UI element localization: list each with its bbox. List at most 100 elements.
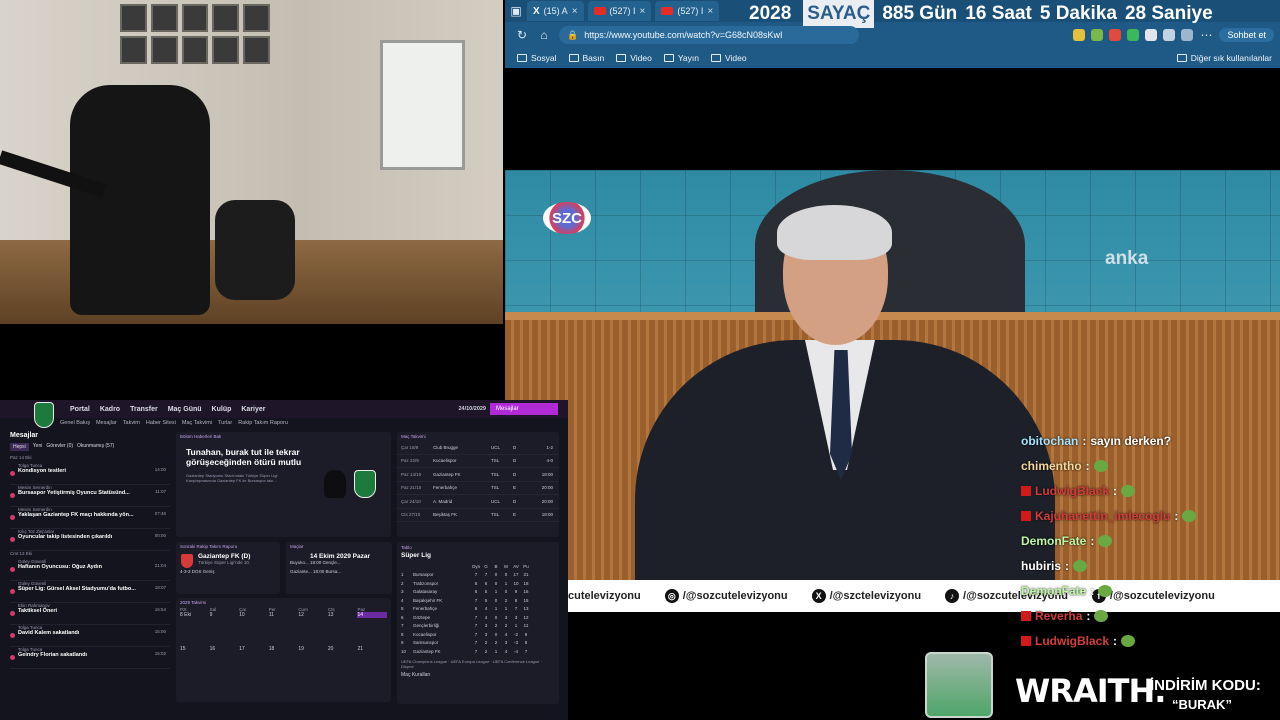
- filter-all[interactable]: Hepsi: [10, 443, 29, 451]
- close-tab-icon[interactable]: ×: [707, 6, 713, 17]
- league-row[interactable]: 4 Başakşehir FK 7 5 0 2 8 15: [397, 596, 559, 605]
- league-row[interactable]: 8 Kocaelispor 7 3 0 4 -2 9: [397, 630, 559, 639]
- fm-subnav-item[interactable]: Maç Takvimi: [182, 420, 212, 426]
- inbox-message[interactable]: Mesim Semerdin Yaklaşan Gaziantep FK maçı…: [10, 507, 170, 529]
- calendar-day[interactable]: 10: [239, 612, 269, 618]
- inbox-message[interactable]: Güley Güvenli Süper Lig: Gürsel Aksel Sta…: [10, 581, 170, 603]
- more-menu-icon[interactable]: ⋯: [1199, 28, 1213, 42]
- fixture-row[interactable]: Cts 27/10 Beşiktaş FK TSL E 18:00: [397, 509, 559, 522]
- tab-overview-icon[interactable]: ▣: [509, 4, 523, 18]
- fm-subnav-item[interactable]: Rakip Takım Raporu: [238, 420, 288, 426]
- inbox-message[interactable]: Güley Güvenli Haftanın Oyuncusu: Oğuz Ayd…: [10, 559, 170, 581]
- league-column-header[interactable]: AV: [511, 564, 521, 569]
- league-column-header[interactable]: Oyn: [471, 564, 481, 569]
- fm-nav-club[interactable]: Kulüp: [212, 406, 232, 413]
- calendar-day[interactable]: 12: [298, 612, 328, 618]
- calendar-day[interactable]: 14: [357, 612, 388, 618]
- league-row[interactable]: 6 Göztepe 7 4 0 3 3 12: [397, 613, 559, 622]
- fm-nav-portal[interactable]: Portal: [70, 406, 90, 413]
- fm-nav-matchday[interactable]: Maç Günü: [168, 406, 202, 413]
- chat-username[interactable]: LudwigBlack: [1035, 634, 1109, 648]
- fm-nav-transfer[interactable]: Transfer: [130, 406, 158, 413]
- bookmark-folder[interactable]: Yayın: [663, 53, 699, 63]
- inbox-message[interactable]: Mesim Semerdin Bursaspor Yetiştirmiş Oyun…: [10, 485, 170, 507]
- calendar-day[interactable]: 8 Eki: [180, 612, 210, 618]
- calendar-day[interactable]: 20: [328, 646, 358, 652]
- news-card[interactable]: Bölüm Haberleri Bak Tunahan, burak tut i…: [176, 432, 391, 537]
- chat-username[interactable]: Reverha: [1035, 609, 1082, 623]
- close-tab-icon[interactable]: ×: [572, 6, 578, 17]
- tab-x[interactable]: X (15) A ×: [527, 1, 584, 21]
- inbox-message[interactable]: Tolga Tunca David Kalem sakatlandı 15:00: [10, 625, 170, 647]
- bookmark-folder[interactable]: Basın: [568, 53, 604, 63]
- calendar-day[interactable]: 17: [239, 646, 269, 652]
- other-bookmarks[interactable]: Diğer sık kullanılanlar: [1176, 53, 1272, 63]
- chat-username[interactable]: LudwigBlack: [1035, 484, 1109, 498]
- match-line[interactable]: Gaziante... 18:00 Bursa...: [286, 569, 392, 578]
- chat-username[interactable]: hubiris: [1021, 559, 1061, 573]
- filter-unread[interactable]: Okunmamış (57): [77, 443, 114, 451]
- tab-youtube[interactable]: (527) I ×: [587, 1, 652, 21]
- league-row[interactable]: 2 Trabzonspor 6 6 0 1 10 18: [397, 579, 559, 588]
- league-column-header[interactable]: M: [501, 564, 511, 569]
- fm-nav-squad[interactable]: Kadro: [100, 406, 120, 413]
- calendar-day[interactable]: 13: [328, 612, 358, 618]
- calendar-day[interactable]: 9: [210, 612, 240, 618]
- fm-subnav-item[interactable]: Genel Bakış: [60, 420, 90, 426]
- calendar-day[interactable]: 15: [180, 646, 210, 652]
- extension-icon[interactable]: [1127, 29, 1140, 41]
- chat-button[interactable]: Sohbet et: [1219, 28, 1274, 42]
- fm-subnav-item[interactable]: Mesajlar: [96, 420, 117, 426]
- league-row[interactable]: 1 Bursaspor 7 7 0 0 17 21: [397, 571, 559, 580]
- fixture-row[interactable]: Paz 21/10 Fenerbahçe TSL E 20:00: [397, 482, 559, 495]
- extension-icon[interactable]: [1109, 29, 1122, 41]
- inbox-message[interactable]: Kılıç Toz Zinj'anlar Oyuncular takip list…: [10, 529, 170, 551]
- chat-username[interactable]: Kajuhanettin_imlecoglu: [1035, 509, 1170, 523]
- league-column-header[interactable]: B: [491, 564, 501, 569]
- calendar-day[interactable]: 11: [269, 612, 299, 618]
- fixture-row[interactable]: Paz 14/10 Gaziantep FK TSL D 18:00: [397, 468, 559, 482]
- extension-icon[interactable]: [1145, 29, 1158, 41]
- filter-tasks[interactable]: Görevler (0): [46, 443, 73, 451]
- fixture-row[interactable]: Paz 22/9 Kocaelispor TSL D 4-0: [397, 455, 559, 468]
- tab-youtube[interactable]: (527) I ×: [655, 1, 720, 21]
- next-opponent-card[interactable]: Sonraki Rakip Takım Raporu Gaziantep FK …: [176, 542, 280, 594]
- fm-subnav-item[interactable]: Haber Sitesi: [146, 420, 176, 426]
- league-row[interactable]: 5 Fenerbahçe 6 4 1 1 7 13: [397, 605, 559, 614]
- league-column-header[interactable]: Pu: [521, 564, 531, 569]
- fixture-row[interactable]: Çar 24/10 A. Madrid UCL D 20:00: [397, 495, 559, 509]
- fm-messages-button[interactable]: Mesajlar: [490, 403, 558, 415]
- chat-username[interactable]: obitochan: [1021, 434, 1078, 448]
- calendar-day[interactable]: 18: [269, 646, 299, 652]
- calendar-day[interactable]: 19: [298, 646, 328, 652]
- league-link[interactable]: Maç Kuralları: [397, 672, 559, 678]
- chat-username[interactable]: DemonFate: [1021, 534, 1086, 548]
- league-column-header[interactable]: G: [481, 564, 491, 569]
- fm-subnav-item[interactable]: Takvim: [123, 420, 140, 426]
- league-row[interactable]: 10 Gaziantep FK 7 2 1 4 -4 7: [397, 647, 559, 656]
- match-line[interactable]: Buyuko... 18:00 Gençle...: [286, 560, 392, 569]
- chat-username[interactable]: chimentho: [1021, 459, 1082, 473]
- calendar-day[interactable]: 16: [210, 646, 240, 652]
- inbox-message[interactable]: Ekin Rahmanov Taktiksel Öneri 16:54: [10, 603, 170, 625]
- profile-avatar[interactable]: [1181, 29, 1194, 41]
- league-row[interactable]: 7 Gençlerbirliği 7 3 2 2 1 11: [397, 622, 559, 631]
- fixture-row[interactable]: Çar 18/9 Club Brugge UCL D 1-2: [397, 441, 559, 455]
- inbox-message[interactable]: Tolga Tunca Geindry Florian sakatlandı 15:…: [10, 647, 170, 669]
- league-row[interactable]: 3 Galatasaray 6 5 1 0 9 16: [397, 588, 559, 597]
- extension-icon[interactable]: [1091, 29, 1104, 41]
- league-row[interactable]: 9 Samsunspor 7 2 2 3 -3 8: [397, 639, 559, 648]
- bookmark-folder[interactable]: Sosyal: [517, 53, 557, 63]
- bookmark-folder[interactable]: Video: [710, 53, 747, 63]
- extension-icon[interactable]: [1163, 29, 1176, 41]
- fm-nav-career[interactable]: Kariyer: [241, 406, 265, 413]
- reload-icon[interactable]: ↻: [515, 28, 529, 42]
- extension-icon[interactable]: [1073, 29, 1086, 41]
- home-icon[interactable]: ⌂: [537, 28, 551, 42]
- fm-subnav-item[interactable]: Turlar: [218, 420, 232, 426]
- address-bar[interactable]: 🔒 https://www.youtube.com/watch?v=G68cN0…: [559, 26, 859, 44]
- chat-username[interactable]: DemonFate: [1021, 584, 1086, 598]
- close-tab-icon[interactable]: ×: [640, 6, 646, 17]
- filter-new[interactable]: Yeni: [33, 443, 43, 451]
- calendar-day[interactable]: 21: [357, 646, 387, 652]
